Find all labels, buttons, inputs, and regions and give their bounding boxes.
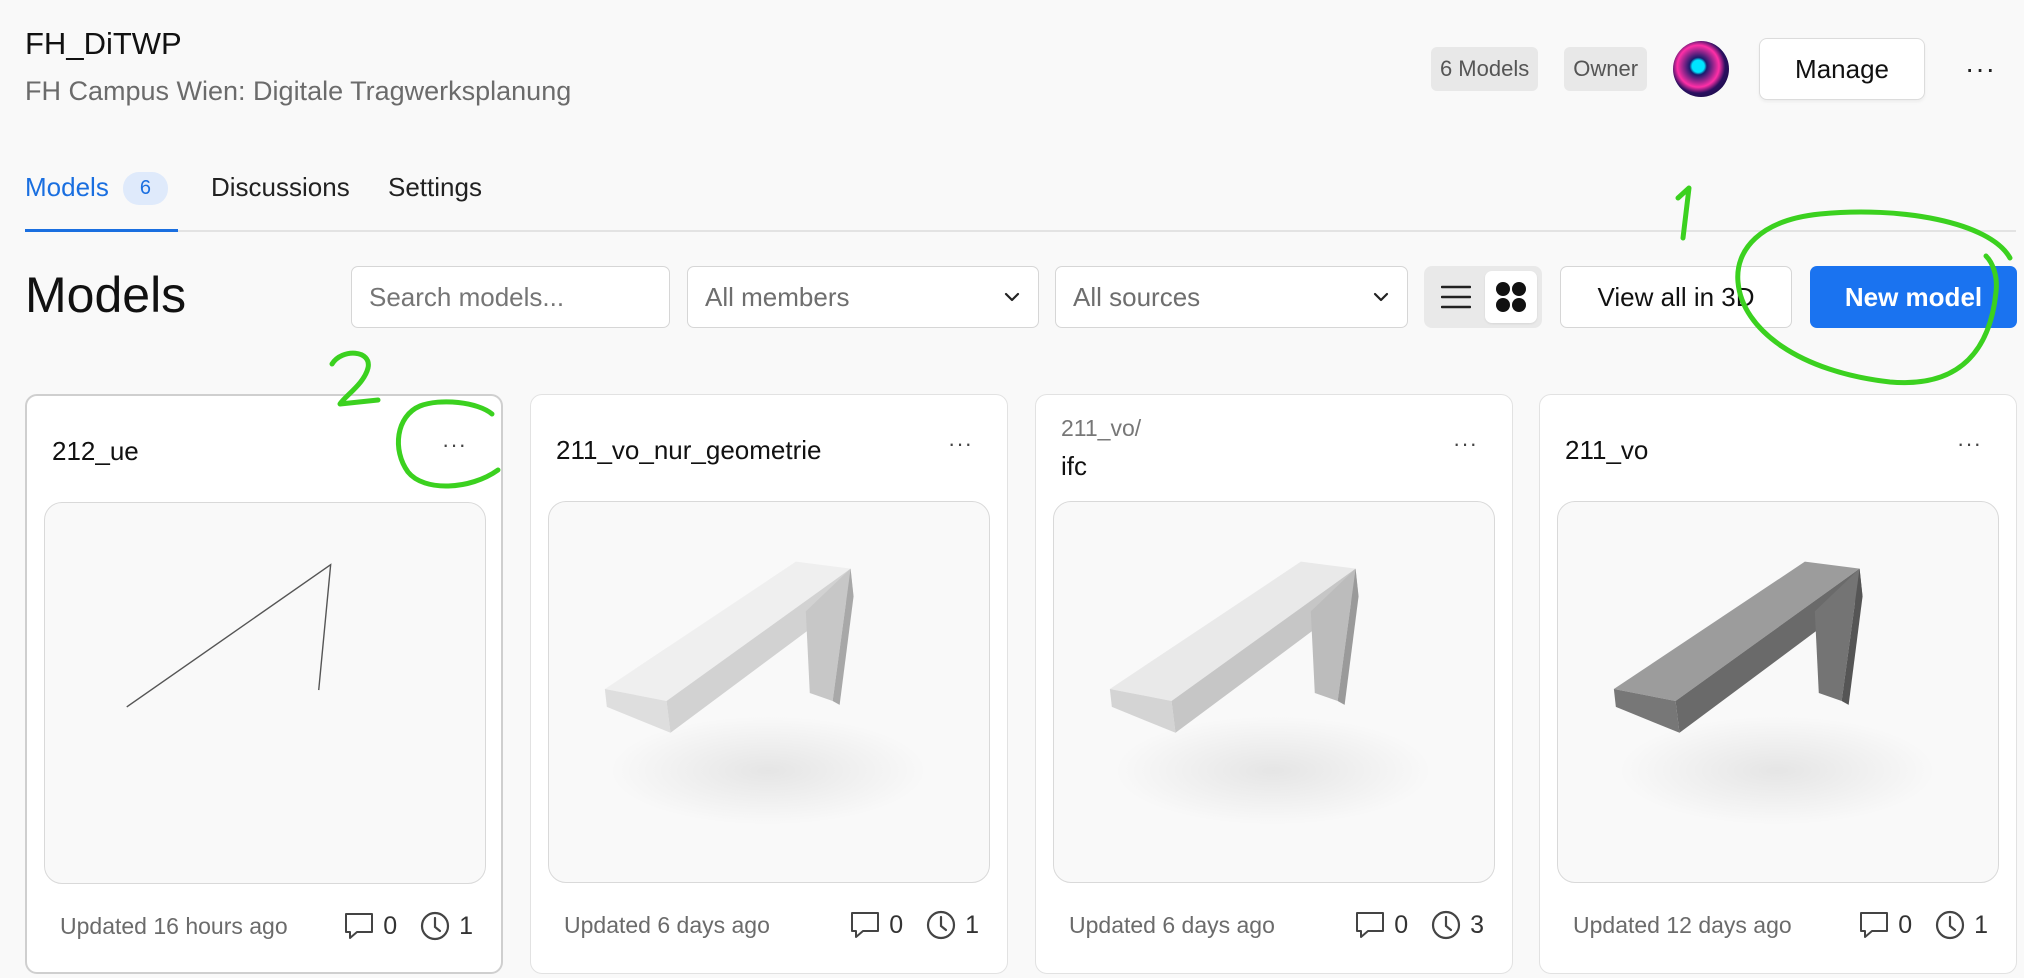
versions-count-value: 1 [459, 911, 473, 940]
tab-discussions[interactable]: Discussions [211, 172, 350, 203]
project-subtitle: FH Campus Wien: Digitale Tragwerksplanun… [25, 76, 572, 106]
clock-icon [926, 910, 956, 940]
model-preview-thumbnail[interactable] [1557, 501, 1999, 883]
avatar[interactable] [1673, 41, 1730, 97]
model-card[interactable]: 211_vo ··· Updated 12 days ago 0 1 [1539, 394, 2017, 974]
grid-view-button[interactable] [1485, 271, 1537, 323]
list-icon [1441, 285, 1471, 309]
new-model-button[interactable]: New model [1810, 266, 2017, 328]
members-filter-select[interactable]: All members [687, 266, 1039, 328]
model-card-footer: Updated 12 days ago 0 1 [1573, 909, 1988, 941]
card-more-options-icon[interactable]: ··· [442, 432, 467, 458]
tab-settings[interactable]: Settings [388, 172, 482, 203]
model-card-title: 212_ue [52, 436, 139, 466]
tab-models[interactable]: Models 6 [25, 172, 168, 205]
card-more-options-icon[interactable]: ··· [948, 431, 973, 457]
model-card-title: 211_vo_nur_geometrie [556, 435, 822, 465]
model-3d-preview [604, 561, 928, 826]
chevron-down-icon [1373, 292, 1389, 302]
model-preview-thumbnail[interactable] [44, 502, 486, 884]
view-mode-toggle [1424, 266, 1542, 328]
view-all-3d-button[interactable]: View all in 3D [1560, 266, 1792, 328]
card-more-options-icon[interactable]: ··· [1957, 431, 1982, 457]
grid-icon [1496, 282, 1526, 312]
models-count-badge: 6 Models [1430, 47, 1539, 91]
header-actions: 6 Models Owner Manage ··· [1430, 38, 1996, 100]
tab-bar: Models 6 Discussions Settings [25, 162, 2016, 232]
clock-icon [420, 911, 450, 941]
comments-count-value: 0 [1394, 910, 1409, 939]
model-3d-preview [1109, 561, 1433, 826]
search-input[interactable] [351, 266, 670, 328]
comment-icon [1860, 912, 1889, 938]
comment-icon [851, 912, 880, 938]
updated-time: Updated 12 days ago [1573, 911, 1792, 938]
project-title: FH_DiTWP [25, 26, 182, 61]
model-3d-preview [1613, 561, 1937, 826]
model-card[interactable]: 211_vo/ ifc ··· Updated 6 days ago 0 3 [1035, 394, 1513, 974]
versions-count-value: 3 [1470, 910, 1484, 939]
sources-filter-value: All sources [1073, 281, 1201, 312]
updated-time: Updated 6 days ago [1069, 911, 1275, 938]
model-card-path-prefix: 211_vo/ [1061, 415, 1142, 441]
model-card-title: 211_vo [1565, 435, 1649, 465]
versions-count: 1 [925, 909, 979, 941]
active-tab-indicator [25, 229, 178, 232]
tab-models-count: 6 [122, 172, 168, 205]
comments-count: 0 [343, 911, 397, 941]
model-preview-thumbnail[interactable] [1053, 501, 1495, 883]
tab-models-label: Models [25, 172, 109, 202]
model-card[interactable]: 211_vo_nur_geometrie ··· Updated 6 days … [530, 394, 1008, 974]
model-card-footer: Updated 6 days ago 0 3 [1069, 909, 1484, 941]
comment-icon [345, 913, 374, 939]
comments-count: 0 [1858, 910, 1912, 940]
model-preview-thumbnail[interactable] [548, 501, 990, 883]
comments-count-value: 0 [889, 910, 904, 939]
clock-icon [1935, 910, 1965, 940]
model-card-title: ifc [1061, 451, 1087, 481]
updated-time: Updated 16 hours ago [60, 912, 288, 939]
wireframe-preview [126, 563, 332, 708]
versions-count: 3 [1430, 909, 1484, 941]
chevron-down-icon [1004, 292, 1020, 302]
section-title: Models [25, 267, 187, 323]
comments-count-value: 0 [1898, 910, 1913, 939]
versions-count-value: 1 [965, 910, 979, 939]
comments-count: 0 [849, 910, 903, 940]
versions-count: 1 [419, 910, 473, 942]
manage-button[interactable]: Manage [1759, 38, 1926, 100]
comments-count: 0 [1354, 910, 1408, 940]
members-filter-value: All members [705, 281, 850, 312]
model-card[interactable]: 212_ue ··· Updated 16 hours ago 0 1 [25, 394, 503, 974]
role-badge: Owner [1564, 47, 1648, 91]
comment-icon [1356, 912, 1385, 938]
clock-icon [1431, 910, 1461, 940]
versions-count: 1 [1934, 909, 1988, 941]
sources-filter-select[interactable]: All sources [1055, 266, 1408, 328]
versions-count-value: 1 [1974, 910, 1988, 939]
model-card-footer: Updated 16 hours ago 0 1 [60, 910, 473, 942]
updated-time: Updated 6 days ago [564, 911, 770, 938]
list-view-button[interactable] [1432, 273, 1480, 321]
model-card-footer: Updated 6 days ago 0 1 [564, 909, 979, 941]
card-more-options-icon[interactable]: ··· [1453, 431, 1478, 457]
comments-count-value: 0 [383, 911, 398, 940]
more-options-icon[interactable]: ··· [1965, 53, 1996, 85]
